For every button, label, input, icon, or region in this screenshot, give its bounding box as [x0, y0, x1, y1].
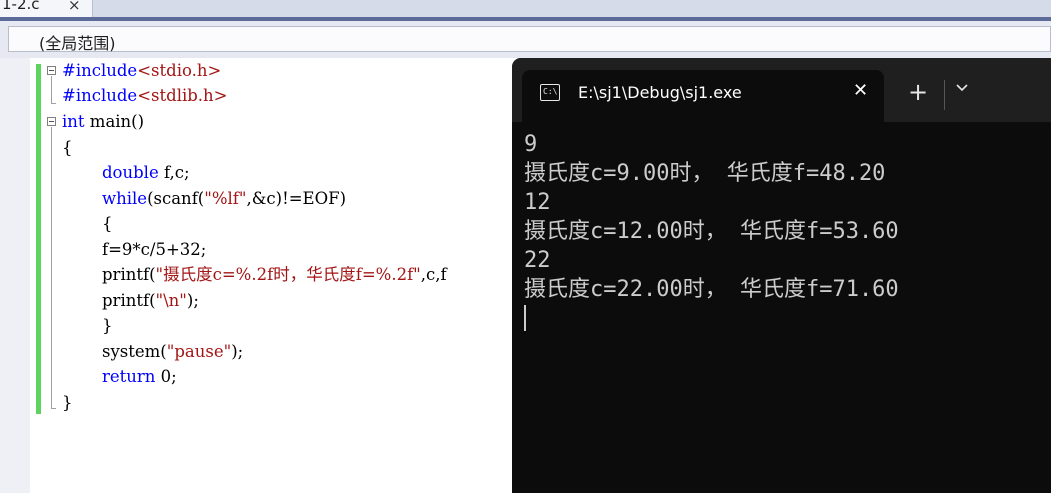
code-line: #include<stdlib.h> — [62, 83, 228, 108]
code-token-text: { — [102, 214, 113, 233]
output-line: 摄氏度c=22.00时， 华氏度f=71.60 — [524, 277, 899, 302]
code-line: int main() — [62, 109, 144, 134]
code-token-text: ,c,f — [420, 265, 447, 284]
outline-guide-end — [51, 408, 56, 409]
code-token-header: <stdio.h> — [137, 61, 222, 80]
code-token-text: } — [62, 393, 73, 412]
outline-guide-end — [51, 103, 56, 104]
code-token-text: (scanf( — [147, 189, 205, 208]
code-token-keyword: double — [102, 163, 159, 182]
close-icon[interactable]: × — [68, 0, 81, 14]
code-token-text: f=9*c/5+32; — [102, 240, 207, 259]
code-token-header: <stdlib.h> — [137, 86, 228, 105]
new-tab-button[interactable]: + — [908, 78, 928, 106]
terminal-tab[interactable]: C:\ E:\sj1\Debug\sj1.exe ✕ — [522, 70, 884, 122]
code-token-directive: #include — [62, 61, 138, 80]
document-tab-label: 1-2.c — [2, 0, 40, 13]
output-line: 摄氏度c=9.00时， 华氏度f=48.20 — [524, 161, 886, 186]
terminal-window[interactable]: C:\ E:\sj1\Debug\sj1.exe ✕ + 9 摄氏度c=9.00… — [512, 58, 1051, 493]
scope-dropdown[interactable]: (全局范围) — [8, 26, 1051, 53]
code-token-directive: #include — [62, 86, 138, 105]
terminal-output: 9 摄氏度c=9.00时， 华氏度f=48.20 12 摄氏度c=12.00时，… — [524, 130, 899, 304]
editor-indicator-margin — [0, 58, 30, 493]
output-line: 9 — [524, 132, 538, 157]
code-token-string: "摄氏度c=%.2f时，华氏度f=%.2f" — [155, 265, 421, 284]
code-token-text: system( — [102, 342, 167, 361]
code-line: double f,c; — [102, 160, 190, 185]
code-token-string: "%lf" — [204, 189, 247, 208]
code-token-text: printf( — [102, 291, 156, 310]
close-icon[interactable]: ✕ — [853, 80, 868, 101]
code-token-text: { — [62, 138, 73, 157]
code-token-keyword: while — [102, 189, 148, 208]
code-line: while(scanf("%lf",&c)!=EOF) — [102, 186, 346, 211]
change-tracking-bar — [36, 64, 41, 414]
outline-guide — [51, 76, 52, 103]
terminal-tab-title: E:\sj1\Debug\sj1.exe — [578, 83, 742, 102]
navigation-bar: (全局范围) — [0, 21, 1051, 59]
code-line: } — [62, 390, 73, 415]
code-token-text: ); — [186, 291, 199, 310]
console-icon-text: C:\ — [543, 87, 558, 96]
code-token-text: main() — [84, 112, 145, 131]
document-tab[interactable]: 1-2.c × — [0, 0, 93, 17]
code-token-text: f,c; — [158, 163, 190, 182]
collapse-icon[interactable] — [47, 66, 56, 75]
titlebar-divider — [944, 80, 945, 110]
terminal-titlebar: C:\ E:\sj1\Debug\sj1.exe ✕ + — [512, 58, 1051, 122]
scope-dropdown-value: (全局范围) — [39, 34, 116, 53]
code-token-text: printf( — [102, 265, 156, 284]
output-line: 摄氏度c=12.00时， 华氏度f=53.60 — [524, 219, 899, 244]
code-token-keyword: int — [62, 112, 85, 131]
console-icon: C:\ — [540, 84, 560, 101]
code-line: f=9*c/5+32; — [102, 237, 206, 262]
code-token-text: ); — [231, 342, 244, 361]
code-line: printf("摄氏度c=%.2f时，华氏度f=%.2f",c,f — [102, 262, 447, 287]
code-line: { — [102, 211, 113, 236]
chevron-down-icon[interactable] — [956, 82, 968, 94]
code-line: system("pause"); — [102, 339, 243, 364]
code-token-string: "pause" — [166, 342, 232, 361]
outline-guide — [51, 127, 52, 408]
code-token-string: "\n" — [155, 291, 187, 310]
code-line: return 0; — [102, 364, 177, 389]
code-line: printf("\n"); — [102, 288, 199, 313]
output-line: 22 — [524, 248, 551, 273]
output-line: 12 — [524, 190, 551, 215]
code-token-text: ,&c)!=EOF) — [246, 189, 347, 208]
code-line: } — [102, 313, 113, 338]
document-tab-strip: 1-2.c × — [0, 0, 1051, 17]
code-token-text: 0; — [155, 367, 177, 386]
code-line: #include<stdio.h> — [62, 58, 221, 83]
text-cursor — [524, 305, 526, 331]
code-token-keyword: return — [102, 367, 156, 386]
collapse-icon[interactable] — [47, 117, 56, 126]
code-line: { — [62, 135, 73, 160]
code-text: #include<stdio.h> #include<stdlib.h> int… — [62, 58, 447, 412]
code-token-text: } — [102, 316, 113, 335]
